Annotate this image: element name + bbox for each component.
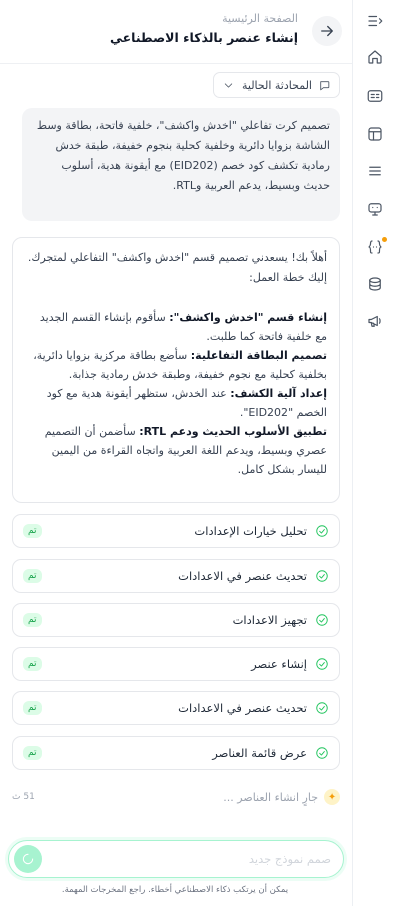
task-label: تجهيز الاعدادات (232, 613, 307, 627)
layout-card-icon[interactable] (362, 83, 388, 109)
task-item[interactable]: تجهيز الاعدادات تم (12, 603, 340, 637)
check-circle-icon (315, 657, 329, 671)
database-icon[interactable] (362, 271, 388, 297)
collapse-menu-icon[interactable] (362, 8, 388, 34)
status-badge: تم (23, 701, 42, 715)
check-circle-icon (315, 613, 329, 627)
check-circle-icon (315, 524, 329, 538)
loading-spinner-icon (22, 853, 34, 865)
task-label: إنشاء عنصر (251, 657, 307, 671)
plan-step-heading: تصميم البطاقة التفاعلية: (190, 349, 327, 362)
sparkle-icon: ✦ (324, 789, 340, 805)
plan-step-heading: إعداد آلية الكشف: (230, 387, 327, 400)
send-button[interactable] (14, 845, 42, 873)
status-badge: تم (23, 746, 42, 760)
side-rail (352, 0, 398, 906)
conversation-select-label: المحادثة الحالية (241, 78, 312, 92)
task-item[interactable]: تحديث عنصر في الاعدادات تم (12, 559, 340, 593)
prompt-input[interactable] (21, 852, 331, 866)
task-label: تحليل خيارات الإعدادات (194, 524, 307, 538)
status-badge: تم (23, 613, 42, 627)
ai-message: أهلاً بك! يسعدني تصميم قسم "اخدش واكشف" … (12, 237, 340, 503)
ai-message-intro: أهلاً بك! يسعدني تصميم قسم "اخدش واكشف" … (27, 251, 327, 284)
plan-step: إنشاء قسم "اخدش واكشف": سأقوم بإنشاء الق… (25, 308, 327, 346)
plan-step: تصميم البطاقة التفاعلية: سأضع بطاقة مركز… (25, 346, 327, 384)
conversation-select[interactable]: المحادثة الحالية (213, 72, 340, 98)
breadcrumb[interactable]: الصفحة الرئيسية (222, 12, 298, 25)
plan-step: إعداد آلية الكشف: عند الخدش، ستظهر أيقون… (25, 384, 327, 422)
assistant-icon[interactable] (362, 196, 388, 222)
arrow-right-icon (321, 25, 333, 37)
task-label: تحديث عنصر في الاعدادات (178, 569, 307, 583)
ai-disclaimer: يمكن أن يرتكب ذكاء الاصطناعي أخطاء. راجع… (61, 885, 289, 895)
list-icon[interactable] (362, 158, 388, 184)
generation-status: ✦ جارٍ انشاء العناصر ... 51 ث (12, 787, 340, 807)
user-message-text: تصميم كرت تفاعلي "اخدش واكشف"، خلفية فات… (36, 119, 330, 192)
status-badge: تم (23, 524, 42, 538)
task-label: عرض قائمة العناصر (212, 746, 307, 760)
chevron-down-icon (224, 82, 233, 88)
page-title: إنشاء عنصر بالذكاء الاصطناعي (109, 30, 298, 45)
ai-builder-panel: الصفحة الرئيسية إنشاء عنصر بالذكاء الاصط… (0, 0, 352, 906)
user-message: تصميم كرت تفاعلي "اخدش واكشف"، خلفية فات… (22, 108, 340, 221)
code-braces-icon[interactable] (362, 234, 388, 260)
check-circle-icon (315, 569, 329, 583)
megaphone-icon[interactable] (362, 308, 388, 334)
template-icon[interactable] (362, 121, 388, 147)
task-item[interactable]: تحليل خيارات الإعدادات تم (12, 514, 340, 548)
task-item[interactable]: إنشاء عنصر تم (12, 647, 340, 681)
chat-bubble-icon (320, 80, 330, 90)
generation-status-text: جارٍ انشاء العناصر ... (223, 790, 318, 804)
task-item[interactable]: عرض قائمة العناصر تم (12, 736, 340, 770)
home-icon[interactable] (362, 44, 388, 70)
prompt-composer (8, 840, 344, 878)
panel-header: الصفحة الرئيسية إنشاء عنصر بالذكاء الاصط… (0, 0, 352, 64)
task-item[interactable]: تحديث عنصر في الاعدادات تم (12, 691, 340, 725)
plan-step-heading: تطبيق الأسلوب الحديث ودعم RTL: (139, 425, 327, 438)
elapsed-counter: 51 ث (12, 792, 35, 802)
plan-step-heading: إنشاء قسم "اخدش واكشف": (169, 311, 327, 324)
task-label: تحديث عنصر في الاعدادات (178, 701, 307, 715)
back-button[interactable] (312, 16, 342, 46)
plan-step: تطبيق الأسلوب الحديث ودعم RTL: سأضمن أن … (25, 422, 327, 479)
status-badge: تم (23, 657, 42, 671)
notification-dot (382, 237, 387, 242)
status-badge: تم (23, 569, 42, 583)
check-circle-icon (315, 746, 329, 760)
check-circle-icon (315, 701, 329, 715)
